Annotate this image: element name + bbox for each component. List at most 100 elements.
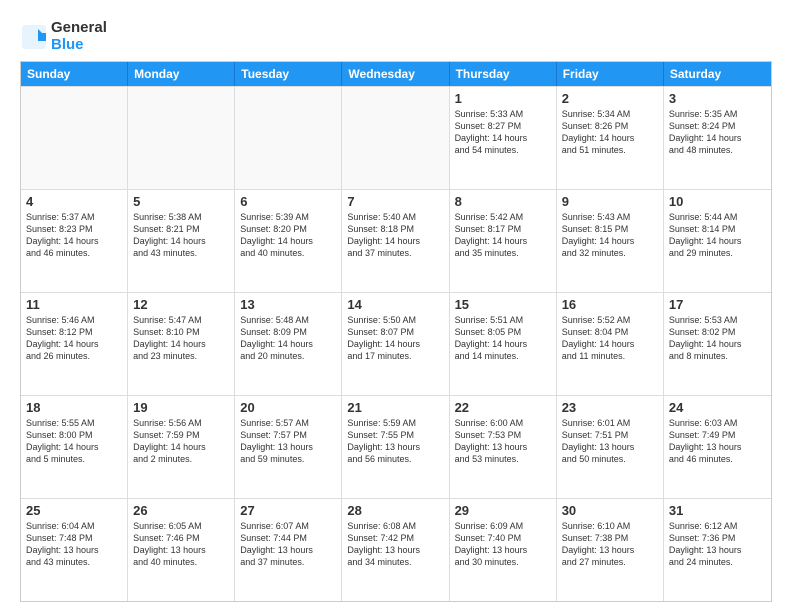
cal-cell-r1-c0: 4Sunrise: 5:37 AM Sunset: 8:23 PM Daylig… bbox=[21, 190, 128, 292]
day-num-29: 29 bbox=[455, 503, 551, 518]
cell-text-3: Sunrise: 5:35 AM Sunset: 8:24 PM Dayligh… bbox=[669, 108, 766, 157]
cal-cell-r4-c1: 26 Sunrise: 6:05 AM Sunset: 7:46 PM Dayli… bbox=[128, 499, 235, 601]
cell-text-13: Sunrise: 5:48 AM Sunset: 8:09 PM Dayligh… bbox=[240, 314, 336, 363]
day-num-8: 8 bbox=[455, 194, 551, 209]
cell-text-6: Sunrise: 5:39 AM Sunset: 8:20 PM Dayligh… bbox=[240, 211, 336, 260]
day-num-12: 12 bbox=[133, 297, 229, 312]
day-num-31: 31 bbox=[669, 503, 766, 518]
day-num-23: 23 bbox=[562, 400, 658, 415]
cell-text-24: Sunrise: 6:03 AM Sunset: 7:49 PM Dayligh… bbox=[669, 417, 766, 466]
cal-row-3: 18 Sunrise: 5:55 AM Sunset: 8:00 PM Dayli… bbox=[21, 395, 771, 498]
calendar-header: Sunday Monday Tuesday Wednesday Thursday… bbox=[21, 62, 771, 86]
cal-cell-r0-c3 bbox=[342, 87, 449, 189]
day-num-18: 18 bbox=[26, 400, 122, 415]
day-num-26: 26 bbox=[133, 503, 229, 518]
cal-cell-r0-c4: 1 Sunrise: 5:33 AM Sunset: 8:27 PM Daylig… bbox=[450, 87, 557, 189]
day-num-15: 15 bbox=[455, 297, 551, 312]
cal-cell-r4-c5: 30 Sunrise: 6:10 AM Sunset: 7:38 PM Dayli… bbox=[557, 499, 664, 601]
day-num-9: 9 bbox=[562, 194, 658, 209]
header-saturday: Saturday bbox=[664, 62, 771, 86]
day-num-13: 13 bbox=[240, 297, 336, 312]
cal-cell-r3-c0: 18 Sunrise: 5:55 AM Sunset: 8:00 PM Dayli… bbox=[21, 396, 128, 498]
header-monday: Monday bbox=[128, 62, 235, 86]
cal-cell-r1-c3: 7 Sunrise: 5:40 AM Sunset: 8:18 PM Daylig… bbox=[342, 190, 449, 292]
cell-text-14: Sunrise: 5:50 AM Sunset: 8:07 PM Dayligh… bbox=[347, 314, 443, 363]
cal-cell-r0-c2 bbox=[235, 87, 342, 189]
cal-row-4: 25Sunrise: 6:04 AM Sunset: 7:48 PM Dayli… bbox=[21, 498, 771, 601]
day-num-24: 24 bbox=[669, 400, 766, 415]
cal-row-1: 4Sunrise: 5:37 AM Sunset: 8:23 PM Daylig… bbox=[21, 189, 771, 292]
cell-text-23: Sunrise: 6:01 AM Sunset: 7:51 PM Dayligh… bbox=[562, 417, 658, 466]
day-num-21: 21 bbox=[347, 400, 443, 415]
header: General Blue bbox=[20, 16, 772, 53]
cal-cell-r0-c6: 3 Sunrise: 5:35 AM Sunset: 8:24 PM Daylig… bbox=[664, 87, 771, 189]
cal-cell-r2-c4: 15 Sunrise: 5:51 AM Sunset: 8:05 PM Dayli… bbox=[450, 293, 557, 395]
cell-text-10: Sunrise: 5:44 AM Sunset: 8:14 PM Dayligh… bbox=[669, 211, 766, 260]
cal-cell-r2-c6: 17 Sunrise: 5:53 AM Sunset: 8:02 PM Dayli… bbox=[664, 293, 771, 395]
day-num-1: 1 bbox=[455, 91, 551, 106]
cal-cell-r2-c3: 14 Sunrise: 5:50 AM Sunset: 8:07 PM Dayli… bbox=[342, 293, 449, 395]
cell-text-21: Sunrise: 5:59 AM Sunset: 7:55 PM Dayligh… bbox=[347, 417, 443, 466]
cal-cell-r4-c4: 29 Sunrise: 6:09 AM Sunset: 7:40 PM Dayli… bbox=[450, 499, 557, 601]
cal-cell-r1-c2: 6 Sunrise: 5:39 AM Sunset: 8:20 PM Daylig… bbox=[235, 190, 342, 292]
day-num-20: 20 bbox=[240, 400, 336, 415]
day-num-19: 19 bbox=[133, 400, 229, 415]
cal-cell-r0-c0 bbox=[21, 87, 128, 189]
logo-general-text: General bbox=[51, 20, 107, 37]
cell-text-25: Sunrise: 6:04 AM Sunset: 7:48 PM Dayligh… bbox=[26, 520, 122, 569]
calendar-body: 1 Sunrise: 5:33 AM Sunset: 8:27 PM Daylig… bbox=[21, 86, 771, 601]
day-num-30: 30 bbox=[562, 503, 658, 518]
day-num-6: 6 bbox=[240, 194, 336, 209]
cal-cell-r3-c2: 20 Sunrise: 5:57 AM Sunset: 7:57 PM Dayli… bbox=[235, 396, 342, 498]
cal-cell-r3-c1: 19 Sunrise: 5:56 AM Sunset: 7:59 PM Dayli… bbox=[128, 396, 235, 498]
cell-text-11: Sunrise: 5:46 AM Sunset: 8:12 PM Dayligh… bbox=[26, 314, 122, 363]
day-num-14: 14 bbox=[347, 297, 443, 312]
cell-text-2: Sunrise: 5:34 AM Sunset: 8:26 PM Dayligh… bbox=[562, 108, 658, 157]
header-wednesday: Wednesday bbox=[342, 62, 449, 86]
cal-cell-r1-c6: 10Sunrise: 5:44 AM Sunset: 8:14 PM Dayli… bbox=[664, 190, 771, 292]
day-num-28: 28 bbox=[347, 503, 443, 518]
cell-text-18: Sunrise: 5:55 AM Sunset: 8:00 PM Dayligh… bbox=[26, 417, 122, 466]
cell-text-30: Sunrise: 6:10 AM Sunset: 7:38 PM Dayligh… bbox=[562, 520, 658, 569]
cell-text-1: Sunrise: 5:33 AM Sunset: 8:27 PM Dayligh… bbox=[455, 108, 551, 157]
cal-cell-r4-c2: 27Sunrise: 6:07 AM Sunset: 7:44 PM Dayli… bbox=[235, 499, 342, 601]
day-num-7: 7 bbox=[347, 194, 443, 209]
cal-cell-r4-c3: 28 Sunrise: 6:08 AM Sunset: 7:42 PM Dayli… bbox=[342, 499, 449, 601]
cell-text-15: Sunrise: 5:51 AM Sunset: 8:05 PM Dayligh… bbox=[455, 314, 551, 363]
cell-text-31: Sunrise: 6:12 AM Sunset: 7:36 PM Dayligh… bbox=[669, 520, 766, 569]
cal-cell-r1-c5: 9Sunrise: 5:43 AM Sunset: 8:15 PM Daylig… bbox=[557, 190, 664, 292]
cal-cell-r4-c0: 25Sunrise: 6:04 AM Sunset: 7:48 PM Dayli… bbox=[21, 499, 128, 601]
day-num-3: 3 bbox=[669, 91, 766, 106]
cell-text-7: Sunrise: 5:40 AM Sunset: 8:18 PM Dayligh… bbox=[347, 211, 443, 260]
cal-cell-r2-c5: 16 Sunrise: 5:52 AM Sunset: 8:04 PM Dayli… bbox=[557, 293, 664, 395]
cal-cell-r3-c5: 23 Sunrise: 6:01 AM Sunset: 7:51 PM Dayli… bbox=[557, 396, 664, 498]
calendar: Sunday Monday Tuesday Wednesday Thursday… bbox=[20, 61, 772, 602]
day-num-16: 16 bbox=[562, 297, 658, 312]
header-sunday: Sunday bbox=[21, 62, 128, 86]
logo: General Blue bbox=[20, 20, 107, 53]
cal-row-2: 11Sunrise: 5:46 AM Sunset: 8:12 PM Dayli… bbox=[21, 292, 771, 395]
logo-icon bbox=[20, 23, 48, 51]
cal-row-0: 1 Sunrise: 5:33 AM Sunset: 8:27 PM Daylig… bbox=[21, 86, 771, 189]
cal-cell-r3-c4: 22Sunrise: 6:00 AM Sunset: 7:53 PM Dayli… bbox=[450, 396, 557, 498]
cal-cell-r3-c6: 24 Sunrise: 6:03 AM Sunset: 7:49 PM Dayli… bbox=[664, 396, 771, 498]
day-num-27: 27 bbox=[240, 503, 336, 518]
cal-cell-r0-c1 bbox=[128, 87, 235, 189]
cal-cell-r3-c3: 21 Sunrise: 5:59 AM Sunset: 7:55 PM Dayli… bbox=[342, 396, 449, 498]
day-num-22: 22 bbox=[455, 400, 551, 415]
header-thursday: Thursday bbox=[450, 62, 557, 86]
cell-text-8: Sunrise: 5:42 AM Sunset: 8:17 PM Dayligh… bbox=[455, 211, 551, 260]
cell-text-26: Sunrise: 6:05 AM Sunset: 7:46 PM Dayligh… bbox=[133, 520, 229, 569]
cell-text-16: Sunrise: 5:52 AM Sunset: 8:04 PM Dayligh… bbox=[562, 314, 658, 363]
cal-cell-r1-c1: 5 Sunrise: 5:38 AM Sunset: 8:21 PM Daylig… bbox=[128, 190, 235, 292]
day-num-17: 17 bbox=[669, 297, 766, 312]
cell-text-28: Sunrise: 6:08 AM Sunset: 7:42 PM Dayligh… bbox=[347, 520, 443, 569]
day-num-5: 5 bbox=[133, 194, 229, 209]
cell-text-29: Sunrise: 6:09 AM Sunset: 7:40 PM Dayligh… bbox=[455, 520, 551, 569]
cal-cell-r2-c2: 13 Sunrise: 5:48 AM Sunset: 8:09 PM Dayli… bbox=[235, 293, 342, 395]
cell-text-5: Sunrise: 5:38 AM Sunset: 8:21 PM Dayligh… bbox=[133, 211, 229, 260]
cell-text-19: Sunrise: 5:56 AM Sunset: 7:59 PM Dayligh… bbox=[133, 417, 229, 466]
cell-text-20: Sunrise: 5:57 AM Sunset: 7:57 PM Dayligh… bbox=[240, 417, 336, 466]
cal-cell-r0-c5: 2Sunrise: 5:34 AM Sunset: 8:26 PM Daylig… bbox=[557, 87, 664, 189]
cell-text-17: Sunrise: 5:53 AM Sunset: 8:02 PM Dayligh… bbox=[669, 314, 766, 363]
